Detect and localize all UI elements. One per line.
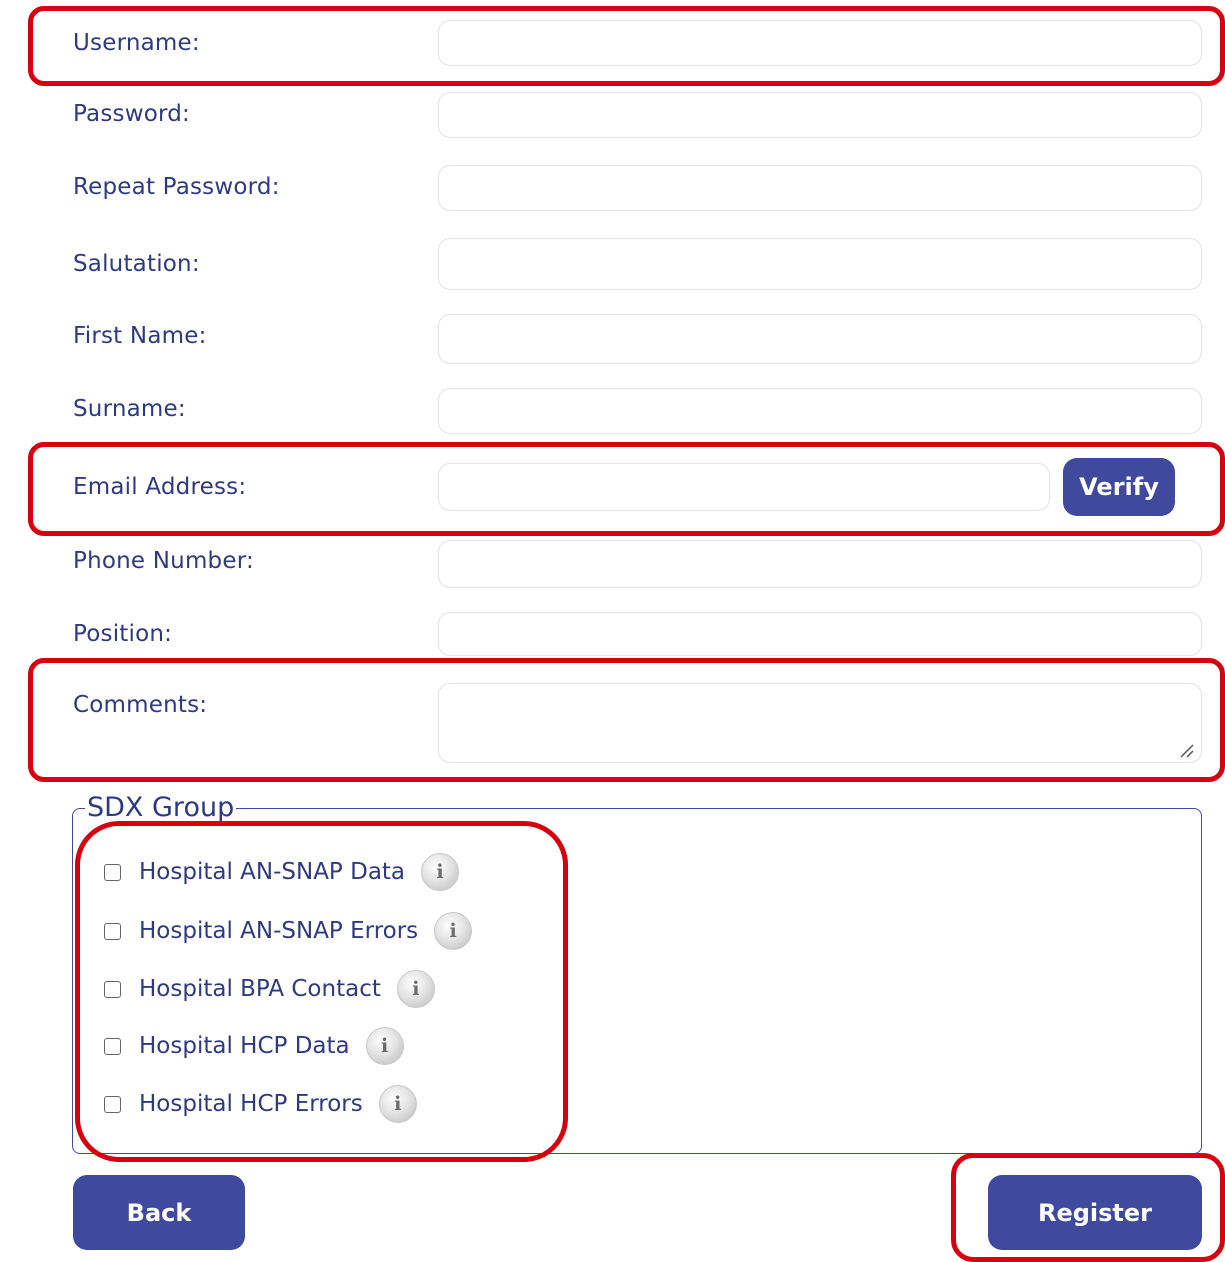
surname-label: Surname: <box>73 396 186 422</box>
sdx-option: Hospital HCP Data i <box>104 1027 404 1065</box>
username-input[interactable] <box>438 20 1202 66</box>
surname-input[interactable] <box>438 388 1202 434</box>
sdx-option-label: Hospital HCP Errors <box>139 1091 363 1117</box>
resize-handle-icon[interactable] <box>1178 742 1196 760</box>
checkbox[interactable] <box>104 863 121 881</box>
info-icon[interactable]: i <box>421 853 460 891</box>
sdx-option-label: Hospital AN-SNAP Errors <box>139 918 419 944</box>
repeat-password-label: Repeat Password: <box>73 174 280 200</box>
sdx-option: Hospital HCP Errors i <box>104 1085 417 1123</box>
sdx-option-label: Hospital AN-SNAP Data <box>139 859 406 885</box>
repeat-password-input[interactable] <box>438 165 1202 211</box>
first-name-label: First Name: <box>73 323 207 349</box>
register-button[interactable]: Register <box>988 1175 1202 1250</box>
sdx-option: Hospital AN-SNAP Data i <box>104 853 460 891</box>
salutation-label: Salutation: <box>73 251 200 277</box>
password-label: Password: <box>73 101 190 127</box>
info-icon[interactable]: i <box>365 1027 404 1065</box>
checkbox[interactable] <box>104 1037 121 1055</box>
email-label: Email Address: <box>73 474 247 500</box>
sdx-option-label: Hospital HCP Data <box>139 1033 350 1059</box>
first-name-input[interactable] <box>438 314 1202 364</box>
password-input[interactable] <box>438 92 1202 138</box>
checkbox[interactable] <box>104 922 121 940</box>
comments-textarea[interactable] <box>438 683 1202 763</box>
info-icon[interactable]: i <box>434 912 473 950</box>
username-label: Username: <box>73 30 200 56</box>
back-button[interactable]: Back <box>73 1175 245 1250</box>
sdx-option: Hospital BPA Contact i <box>104 970 435 1008</box>
comments-label: Comments: <box>73 692 208 718</box>
info-icon[interactable]: i <box>378 1085 417 1123</box>
sdx-group-legend: SDX Group <box>87 792 235 823</box>
position-input[interactable] <box>438 612 1202 656</box>
sdx-option-label: Hospital BPA Contact <box>139 976 381 1002</box>
position-label: Position: <box>73 621 173 647</box>
phone-input[interactable] <box>438 540 1202 588</box>
email-input[interactable] <box>438 463 1050 511</box>
verify-email-button[interactable]: Verify <box>1063 458 1175 516</box>
checkbox[interactable] <box>104 1095 121 1113</box>
info-icon[interactable]: i <box>396 970 435 1008</box>
salutation-input[interactable] <box>438 238 1202 290</box>
checkbox[interactable] <box>104 980 121 998</box>
sdx-option: Hospital AN-SNAP Errors i <box>104 912 473 950</box>
phone-label: Phone Number: <box>73 548 254 574</box>
